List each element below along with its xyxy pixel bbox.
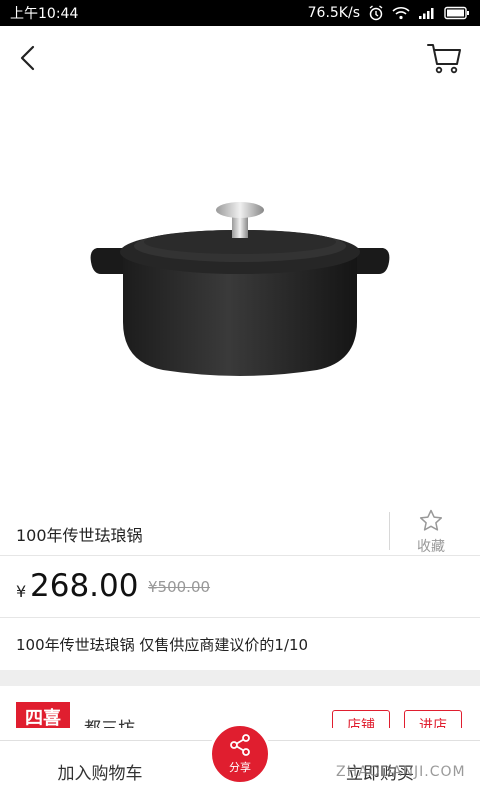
signal-icon xyxy=(419,8,434,19)
network-speed: 76.5K/s xyxy=(307,5,360,21)
share-label: 分享 xyxy=(229,761,251,774)
favorite-label: 收藏 xyxy=(417,539,445,555)
price-row: ¥ 268.00 ¥500.00 xyxy=(0,556,480,618)
cast-iron-pot-image xyxy=(90,202,390,376)
status-time: 上午10:44 xyxy=(10,6,79,22)
product-title: 100年传世珐琅锅 xyxy=(16,526,143,545)
wifi-icon xyxy=(392,7,410,20)
cart-icon xyxy=(427,44,461,74)
chevron-left-icon xyxy=(20,45,35,71)
cart-button[interactable] xyxy=(422,36,466,80)
product-image xyxy=(0,90,480,490)
status-indicators: 76.5K/s xyxy=(308,5,470,21)
top-nav xyxy=(0,26,480,90)
store-action-button-1[interactable]: 店铺 xyxy=(332,710,390,728)
vertical-divider xyxy=(389,512,390,550)
current-price: 268.00 xyxy=(30,568,139,604)
store-row: 四喜 都三坊 店铺 进店 xyxy=(0,686,480,728)
add-to-cart-button[interactable]: 加入购物车 xyxy=(0,741,200,800)
section-divider xyxy=(0,670,480,686)
alarm-icon xyxy=(369,5,383,21)
enter-store-button[interactable]: 进店 xyxy=(404,710,462,728)
battery-icon xyxy=(444,6,469,20)
product-description: 100年传世珐琅锅 仅售供应商建议价的1/10 xyxy=(16,636,309,654)
product-description-row: 100年传世珐琅锅 仅售供应商建议价的1/10 xyxy=(0,618,480,670)
share-icon xyxy=(230,734,250,756)
back-button[interactable] xyxy=(8,38,48,78)
product-title-row: 100年传世珐琅锅 收藏 xyxy=(0,508,480,556)
favorite-button[interactable]: 收藏 xyxy=(392,508,470,556)
star-icon xyxy=(419,509,443,531)
currency-symbol: ¥ xyxy=(16,582,27,601)
store-name[interactable]: 都三坊 xyxy=(84,714,135,728)
store-logo: 四喜 xyxy=(16,702,70,728)
share-button[interactable]: 分享 xyxy=(209,723,271,785)
status-bar: 上午10:44 76.5K/s xyxy=(0,0,480,26)
original-price: ¥500.00 xyxy=(148,578,211,596)
watermark: ZHAODANJI.COM xyxy=(336,764,466,780)
